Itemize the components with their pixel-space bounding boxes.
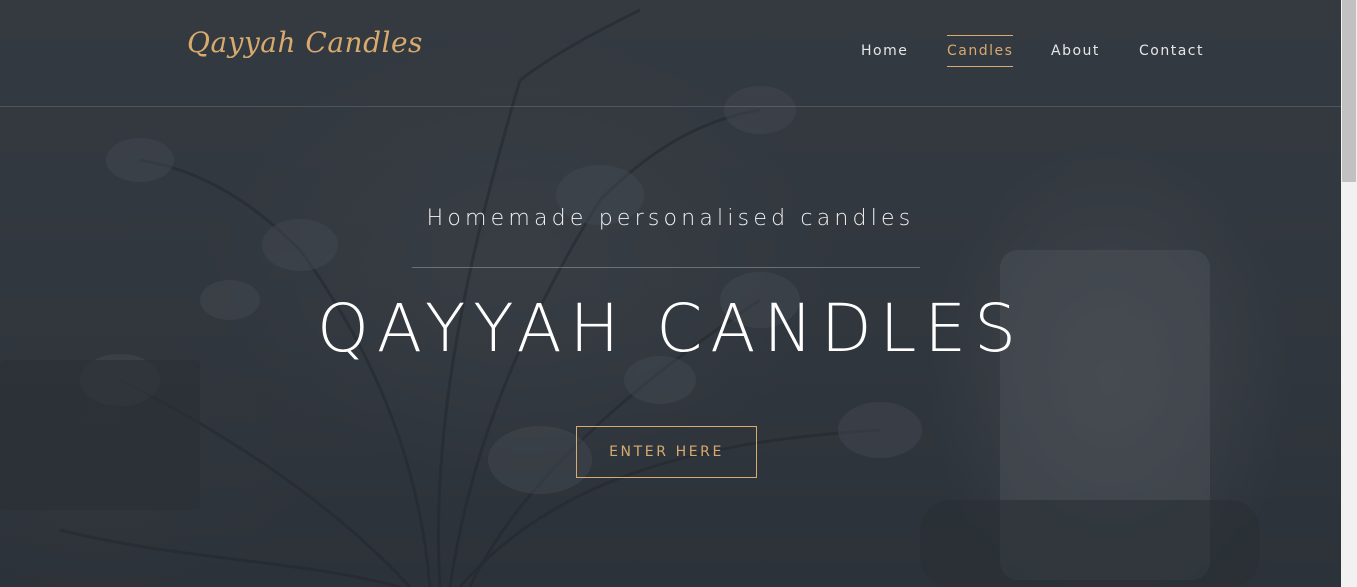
nav-item-candles[interactable]: Candles <box>947 35 1014 67</box>
hero-title: QAYYAH CANDLES <box>316 290 1025 367</box>
site-logo[interactable]: Qayyah Candles <box>187 26 423 59</box>
nav-item-contact[interactable]: Contact <box>1139 35 1204 67</box>
hero-divider <box>412 267 920 268</box>
site-header: Qayyah Candles Home Candles About Contac… <box>0 0 1341 107</box>
hero-section: Qayyah Candles Home Candles About Contac… <box>0 0 1341 587</box>
nav-item-about[interactable]: About <box>1051 35 1100 67</box>
hero-tagline: Homemade personalised candles <box>426 206 915 231</box>
scrollbar-thumb[interactable] <box>1342 0 1356 182</box>
page-scrollbar[interactable] <box>1341 0 1357 587</box>
enter-here-button[interactable]: ENTER HERE <box>576 426 757 478</box>
nav-item-home[interactable]: Home <box>861 35 908 67</box>
